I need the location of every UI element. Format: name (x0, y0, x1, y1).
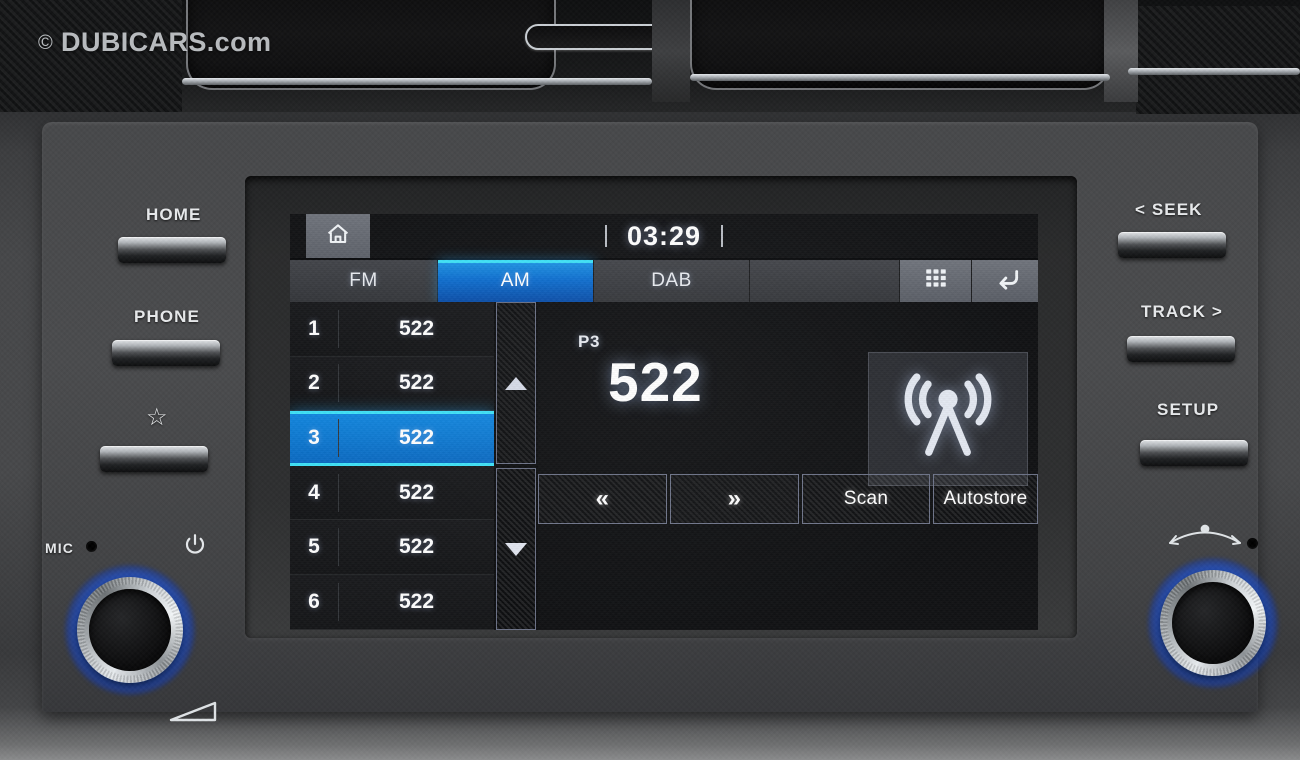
home-hard-key-label: HOME (146, 205, 202, 224)
scroll-up-button[interactable] (496, 302, 536, 464)
copyright-symbol: © (38, 32, 54, 54)
autostore-button[interactable]: Autostore (933, 474, 1038, 524)
vent-slider-left[interactable] (525, 24, 665, 50)
phone-hard-key[interactable] (112, 340, 220, 366)
speaker-mesh-right (1136, 6, 1300, 114)
infotainment-screen[interactable]: 03:29 FM AM DAB 1 522 2 522 3 522 4 522 … (290, 214, 1038, 630)
radio-antenna-icon (896, 369, 1000, 470)
tab-fm[interactable]: FM (290, 260, 438, 302)
preset-number: 6 (308, 589, 320, 613)
chevron-up-icon (505, 376, 527, 390)
preset-number: 2 (308, 371, 320, 395)
band-artwork-box (868, 352, 1028, 486)
volume-power-knob[interactable] (65, 565, 195, 695)
power-icon (182, 532, 208, 563)
preset-frequency: 522 (398, 371, 435, 395)
seek-hard-key[interactable] (1118, 232, 1226, 258)
status-bar: 03:29 (290, 214, 1038, 258)
preset-frequency: 522 (398, 535, 435, 559)
now-playing-panel: P3 522 (538, 302, 1038, 630)
car-infotainment-photo: © DUBICARS.com HOME PHONE ☆ < SEEK TRACK… (0, 0, 1300, 760)
scan-button[interactable]: Scan (802, 474, 930, 524)
preset-frequency: 522 (398, 589, 435, 613)
back-return-icon (995, 265, 1021, 297)
clock-text: 03:29 (626, 220, 702, 251)
clock-container: 03:29 (290, 214, 1038, 258)
preset-frequency: 522 (398, 426, 435, 450)
band-tab-bar[interactable]: FM AM DAB (290, 260, 1038, 302)
tab-dab[interactable]: DAB (594, 260, 750, 302)
vent-divider-right (1104, 0, 1138, 102)
phone-hard-key-label: PHONE (134, 307, 200, 326)
tune-knob[interactable] (1148, 558, 1278, 688)
grid-apps-button[interactable] (900, 260, 972, 302)
table-row[interactable]: 5 522 (290, 520, 494, 575)
knob-face-right (1172, 582, 1254, 664)
preset-tag: P3 (578, 332, 600, 351)
home-icon-button[interactable] (306, 214, 370, 258)
tune-up-button[interactable]: » (670, 474, 799, 524)
sensor-hole-right (1247, 538, 1258, 549)
chrome-trim-1 (182, 78, 652, 85)
grid-apps-icon (923, 265, 949, 297)
home-hard-key[interactable] (118, 237, 226, 263)
microphone-hole (86, 541, 97, 552)
mic-label: MIC (45, 540, 74, 556)
tab-empty[interactable] (750, 260, 900, 302)
table-row[interactable]: 1 522 (290, 302, 494, 357)
chrome-trim-3 (1128, 68, 1300, 75)
clock-tick-left (604, 225, 607, 247)
volume-icon (168, 698, 220, 729)
preset-frequency: 522 (398, 316, 435, 340)
preset-number: 5 (308, 535, 320, 559)
vent-divider-center (652, 0, 690, 102)
tune-rotate-icon (1162, 523, 1248, 558)
scroll-down-button[interactable] (496, 468, 536, 630)
chevron-down-icon (505, 542, 527, 556)
table-row-selected[interactable]: 3 522 (290, 411, 494, 466)
preset-number: 1 (308, 316, 320, 340)
chrome-trim-2 (690, 74, 1110, 81)
setup-hard-key[interactable] (1140, 440, 1248, 466)
home-icon (325, 221, 351, 252)
track-hard-key-label: TRACK > (1141, 302, 1223, 321)
star-icon: ☆ (146, 404, 169, 431)
clock-tick-right (721, 225, 724, 247)
radio-controls-bar[interactable]: « » Scan Autostore (538, 474, 1038, 524)
preset-scrollbar[interactable] (494, 302, 538, 630)
table-row[interactable]: 4 522 (290, 465, 494, 521)
watermark: © DUBICARS.com (38, 27, 271, 58)
table-row[interactable]: 2 522 (290, 356, 494, 412)
preset-number: 4 (308, 480, 320, 504)
tune-down-button[interactable]: « (538, 474, 667, 524)
favorite-hard-key[interactable] (100, 446, 208, 472)
preset-frequency: 522 (398, 480, 435, 504)
watermark-text: DUBICARS.com (61, 27, 272, 57)
tab-am[interactable]: AM (438, 260, 594, 302)
seek-hard-key-label: < SEEK (1135, 200, 1203, 219)
preset-number: 3 (308, 426, 320, 450)
table-row[interactable]: 6 522 (290, 574, 494, 630)
back-return-button[interactable] (972, 260, 1038, 302)
preset-list[interactable]: 1 522 2 522 3 522 4 522 5 522 6 522 (290, 302, 494, 630)
knob-face-left (89, 589, 171, 671)
track-hard-key[interactable] (1127, 336, 1235, 362)
current-frequency: 522 (608, 351, 703, 413)
setup-hard-key-label: SETUP (1157, 400, 1220, 419)
